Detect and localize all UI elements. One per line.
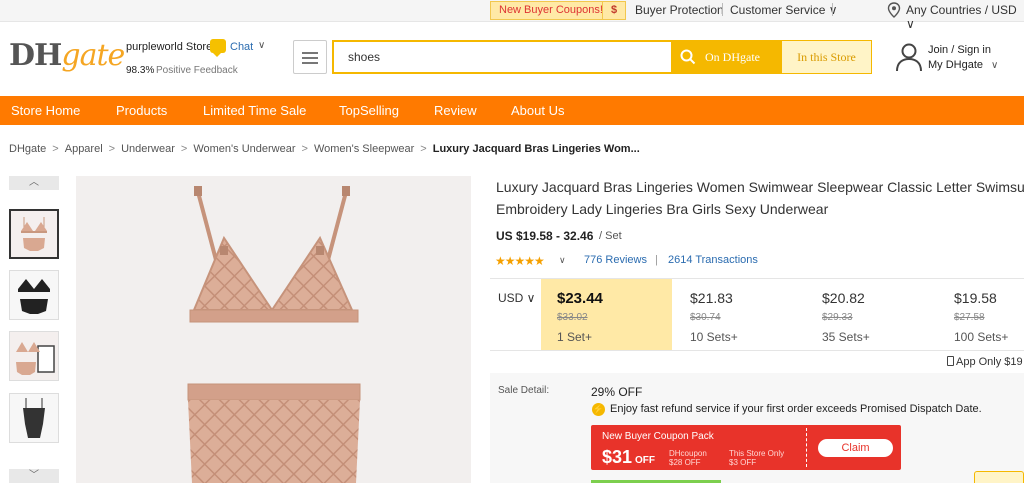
nav-review[interactable]: Review [434, 103, 477, 118]
tier-quantity: 100 Sets+ [954, 330, 1009, 344]
search-dhgate-label: On DHgate [705, 50, 760, 64]
coupon-dollar-icon[interactable]: $ [602, 1, 626, 20]
tier-price: $19.58 [954, 290, 997, 306]
coupon-divider [806, 428, 807, 467]
nav-topselling[interactable]: TopSelling [339, 103, 399, 118]
nav-about-us[interactable]: About Us [511, 103, 564, 118]
product-thumbnail-image [11, 211, 57, 257]
tier-quantity: 1 Set+ [557, 330, 593, 344]
divider [832, 3, 833, 16]
tier-original-price: $29.33 [822, 312, 853, 323]
main-product-image[interactable] [76, 176, 471, 483]
thumbnail-scroll-up[interactable]: ︿ [9, 176, 59, 190]
nav-limited-time-sale[interactable]: Limited Time Sale [203, 103, 306, 118]
breadcrumb-item[interactable]: Underwear [121, 143, 175, 155]
price-unit: / Set [599, 230, 622, 242]
store-coupon-label: This Store Only [729, 449, 785, 458]
logo-dh: DH [9, 38, 62, 73]
feedback-percentage: 98.3% [126, 65, 155, 76]
my-dhgate-menu[interactable]: My DHgate [928, 59, 983, 71]
refund-notice: Enjoy fast refund service if your first … [610, 403, 982, 415]
coupon-amount: $31 [602, 447, 633, 467]
tier-original-price: $30.74 [690, 312, 721, 323]
breadcrumb: DHgate > Apparel > Underwear > Women's Underwe… [9, 143, 640, 155]
tier-quantity: 35 Sets+ [822, 330, 870, 344]
customer-service-menu[interactable]: Customer Service ∨ [730, 3, 837, 17]
product-thumbnail-image [10, 271, 58, 319]
store-coupon-value: $3 OFF [729, 458, 757, 467]
dhcoupon-label: DHcoupon [669, 449, 707, 458]
currency-selector[interactable]: USD ∨ [498, 291, 535, 305]
top-utility-bar: New Buyer Coupons! $ Buyer Protection Cu… [0, 0, 1024, 31]
divider [722, 3, 723, 16]
chevron-down-icon[interactable]: ∨ [559, 255, 566, 266]
coupon-pack-title: New Buyer Coupon Pack [602, 431, 714, 442]
chevron-down-icon[interactable]: ∨ [991, 60, 998, 71]
lightning-icon: ⚡ [592, 403, 605, 416]
app-only-label: App Only $19 [956, 356, 1023, 368]
dhgate-logo[interactable]: DHgate [9, 38, 125, 73]
breadcrumb-item[interactable]: Women's Sleepwear [314, 143, 414, 155]
floating-help-widget[interactable] [974, 471, 1024, 483]
product-photo [76, 176, 471, 483]
sale-percent-off: 29% OFF [591, 385, 643, 399]
feedback-label: Positive Feedback [156, 65, 238, 76]
price-range: US $19.58 - 32.46 [496, 229, 594, 243]
tier-price: $23.44 [557, 290, 603, 307]
buyer-protection-link[interactable]: Buyer Protection [635, 3, 724, 17]
dhcoupon-value: $28 OFF [669, 458, 701, 467]
divider [490, 350, 1024, 351]
sale-detail-label: Sale Detail: [498, 385, 550, 396]
user-icon[interactable] [895, 42, 923, 72]
claim-coupon-button[interactable]: Claim [818, 439, 893, 457]
tier-price: $21.83 [690, 290, 733, 306]
search-dhgate-button[interactable]: On DHgate [671, 40, 781, 74]
divider: | [655, 254, 658, 266]
nav-products[interactable]: Products [116, 103, 167, 118]
product-title-line-2: Embroidery Lady Lingeries Bra Girls Sexy… [496, 201, 829, 217]
breadcrumb-item[interactable]: Women's Underwear [193, 143, 295, 155]
breadcrumb-item[interactable]: Apparel [65, 143, 103, 155]
nav-store-home[interactable]: Store Home [11, 103, 80, 118]
product-thumbnail-image [10, 394, 58, 442]
breadcrumb-item[interactable]: DHgate [9, 143, 46, 155]
country-currency-selector[interactable]: Any Countries / USD ∨ [906, 3, 1024, 31]
tier-original-price: $33.02 [557, 312, 588, 323]
reviews-link[interactable]: 776 Reviews [584, 254, 647, 266]
tier-quantity: 10 Sets+ [690, 330, 738, 344]
logo-gate: gate [61, 38, 125, 73]
thumbnail-1[interactable] [9, 209, 59, 259]
search-input[interactable]: shoes [332, 40, 672, 74]
chevron-down-icon[interactable]: ∨ [258, 40, 265, 51]
breadcrumb-current: Luxury Jacquard Bras Lingeries Wom... [432, 143, 640, 155]
search-store-button[interactable]: In this Store [781, 40, 872, 74]
store-nav: Store Home Products Limited Time Sale To… [0, 96, 1024, 125]
new-buyer-coupons-link[interactable]: New Buyer Coupons! [490, 1, 612, 20]
product-thumbnail-image [10, 332, 58, 380]
tier-original-price: $27.58 [954, 312, 985, 323]
store-name[interactable]: purpleworld Store [126, 41, 212, 53]
thumbnail-4[interactable] [9, 393, 59, 443]
thumbnail-2[interactable] [9, 270, 59, 320]
location-pin-icon [887, 2, 901, 18]
chat-link[interactable]: Chat [230, 41, 253, 53]
product-title-line-1: Luxury Jacquard Bras Lingeries Women Swi… [496, 179, 1024, 195]
app-only-price[interactable]: App Only $19 [947, 356, 1023, 368]
category-menu-button[interactable] [293, 40, 327, 74]
rating-stars[interactable]: ★★★★★ [495, 254, 545, 268]
tier-price: $20.82 [822, 290, 865, 306]
chat-icon[interactable] [210, 39, 226, 57]
join-sign-in-link[interactable]: Join / Sign in [928, 44, 991, 56]
search-icon [680, 49, 696, 65]
thumbnail-scroll-down[interactable]: ﹀ [9, 469, 59, 483]
phone-icon [947, 356, 954, 366]
coupon-off-label: OFF [635, 455, 655, 466]
hamburger-icon [302, 52, 318, 54]
transactions-link[interactable]: 2614 Transactions [668, 254, 758, 266]
thumbnail-3[interactable] [9, 331, 59, 381]
